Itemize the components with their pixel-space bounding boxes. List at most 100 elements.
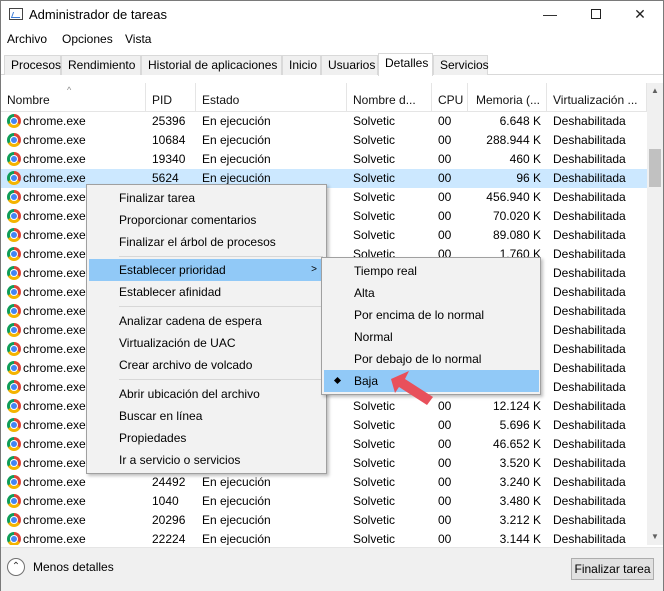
ctx-establecer-afinidad[interactable]: Establecer afinidad	[89, 281, 325, 303]
table-row[interactable]: chrome.exe 10684 En ejecución Solvetic 00 288…	[1, 131, 647, 150]
cell-virtualization: Deshabilitada	[553, 114, 626, 128]
cell-pid: 1040	[152, 494, 179, 508]
chrome-icon	[7, 532, 21, 545]
table-row[interactable]: chrome.exe 25396 En ejecución Solvetic 00 6.6…	[1, 112, 647, 131]
cell-memory: 6.648 K	[499, 114, 541, 128]
cell-username: Solvetic	[353, 456, 396, 470]
chrome-icon	[7, 114, 21, 128]
tab-usuarios[interactable]: Usuarios	[321, 55, 378, 75]
tab-detalles[interactable]: Detalles	[378, 53, 433, 76]
end-task-button[interactable]: Finalizar tarea	[571, 558, 654, 580]
column-header-memory[interactable]: Memoria (...	[468, 83, 547, 112]
table-row[interactable]: chrome.exe 1040 En ejecución Solvetic 00 3.48…	[1, 492, 647, 511]
chrome-icon	[7, 247, 21, 261]
table-row[interactable]: chrome.exe 20296 En ejecución Solvetic 00 3.2…	[1, 511, 647, 530]
table-row[interactable]: chrome.exe 22224 En ejecución Solvetic 00 3.1…	[1, 530, 647, 545]
ctx-separator	[119, 306, 323, 307]
cell-cpu: 00	[438, 437, 452, 451]
cell-username: Solvetic	[353, 418, 396, 432]
cell-name: chrome.exe	[23, 494, 86, 508]
cell-memory: 3.480 K	[499, 494, 541, 508]
priority-alta[interactable]: Alta	[324, 282, 539, 304]
cell-cpu: 00	[438, 532, 452, 545]
tab-procesos[interactable]: Procesos	[4, 55, 61, 75]
tab-inicio[interactable]: Inicio	[282, 55, 321, 75]
cell-cpu: 00	[438, 513, 452, 527]
cell-username: Solvetic	[353, 171, 396, 185]
cell-pid: 19340	[152, 152, 186, 166]
menu-archivo[interactable]: Archivo	[7, 32, 47, 46]
column-header-cpu[interactable]: CPU	[432, 83, 468, 112]
chevron-up-icon[interactable]: ⌃	[7, 558, 25, 576]
less-details-link[interactable]: Menos detalles	[33, 560, 114, 574]
cell-virtualization: Deshabilitada	[553, 418, 626, 432]
ctx-crear-volcado[interactable]: Crear archivo de volcado	[89, 354, 325, 376]
cell-cpu: 00	[438, 133, 452, 147]
ctx-buscar-en-linea[interactable]: Buscar en línea	[89, 405, 325, 427]
column-header-name[interactable]: Nombre	[1, 83, 146, 112]
cell-cpu: 00	[438, 152, 452, 166]
tab-historial[interactable]: Historial de aplicaciones	[141, 55, 282, 75]
cell-username: Solvetic	[353, 513, 396, 527]
chrome-icon	[7, 323, 21, 337]
tab-servicios[interactable]: Servicios	[433, 55, 489, 75]
cell-name: chrome.exe	[23, 513, 86, 527]
priority-normal[interactable]: Normal	[324, 326, 539, 348]
table-row[interactable]: chrome.exe 24492 En ejecución Solvetic 00 3.2…	[1, 473, 647, 492]
chrome-icon	[7, 475, 21, 489]
column-header-pid[interactable]: PID	[146, 83, 196, 112]
scroll-thumb[interactable]	[649, 149, 661, 187]
cell-memory: 3.240 K	[499, 475, 541, 489]
column-header-username[interactable]: Nombre d...	[347, 83, 432, 112]
cell-memory: 12.124 K	[492, 399, 541, 413]
minimize-button[interactable]: —	[527, 1, 573, 29]
ctx-ir-a-servicio[interactable]: Ir a servicio o servicios	[89, 449, 325, 471]
maximize-button[interactable]	[573, 1, 619, 29]
cell-cpu: 00	[438, 399, 452, 413]
cell-memory: 5.696 K	[499, 418, 541, 432]
cell-username: Solvetic	[353, 475, 396, 489]
ctx-analizar-cadena[interactable]: Analizar cadena de espera	[89, 310, 325, 332]
cell-virtualization: Deshabilitada	[553, 209, 626, 223]
scroll-up-icon[interactable]: ▲	[647, 83, 663, 99]
cell-pid: 10684	[152, 133, 186, 147]
priority-debajo-normal[interactable]: Por debajo de lo normal	[324, 348, 539, 370]
ctx-propiedades[interactable]: Propiedades	[89, 427, 325, 449]
chrome-icon	[7, 399, 21, 413]
priority-encima-normal[interactable]: Por encima de lo normal	[324, 304, 539, 326]
annotation-arrow-icon	[391, 371, 433, 405]
cell-status: En ejecución	[202, 475, 271, 489]
ctx-virtualizacion-uac[interactable]: Virtualización de UAC	[89, 332, 325, 354]
cell-memory: 3.144 K	[499, 532, 541, 545]
table-row[interactable]: chrome.exe 19340 En ejecución Solvetic 00 460…	[1, 150, 647, 169]
cell-name: chrome.exe	[23, 152, 86, 166]
menu-vista[interactable]: Vista	[125, 32, 151, 46]
column-header-virtualization[interactable]: Virtualización ...	[547, 83, 647, 112]
cell-cpu: 00	[438, 171, 452, 185]
ctx-proporcionar-comentarios[interactable]: Proporcionar comentarios	[89, 209, 325, 231]
chrome-icon	[7, 171, 21, 185]
ctx-establecer-prioridad[interactable]: Establecer prioridad >	[89, 259, 325, 281]
menu-opciones[interactable]: Opciones	[62, 32, 113, 46]
cell-pid: 25396	[152, 114, 186, 128]
scroll-down-icon[interactable]: ▼	[647, 529, 663, 545]
close-icon: ✕	[634, 6, 646, 22]
chrome-icon	[7, 304, 21, 318]
cell-username: Solvetic	[353, 532, 396, 545]
ctx-abrir-ubicacion[interactable]: Abrir ubicación del archivo	[89, 383, 325, 405]
ctx-finalizar-arbol[interactable]: Finalizar el árbol de procesos	[89, 231, 325, 253]
ctx-establecer-prioridad-label: Establecer prioridad	[119, 263, 226, 277]
minimize-icon: —	[543, 6, 557, 22]
footer-bar: ⌃ Menos detalles Finalizar tarea	[1, 547, 663, 591]
priority-tiempo-real[interactable]: Tiempo real	[324, 260, 539, 282]
cell-virtualization: Deshabilitada	[553, 437, 626, 451]
chrome-icon	[7, 228, 21, 242]
tab-rendimiento[interactable]: Rendimiento	[61, 55, 141, 75]
cell-cpu: 00	[438, 456, 452, 470]
cell-memory: 46.652 K	[492, 437, 541, 451]
column-header-status[interactable]: Estado	[196, 83, 347, 112]
cell-virtualization: Deshabilitada	[553, 342, 626, 356]
vertical-scrollbar[interactable]: ▲ ▼	[647, 83, 663, 545]
ctx-finalizar-tarea[interactable]: Finalizar tarea	[89, 187, 325, 209]
close-button[interactable]: ✕	[617, 1, 663, 29]
